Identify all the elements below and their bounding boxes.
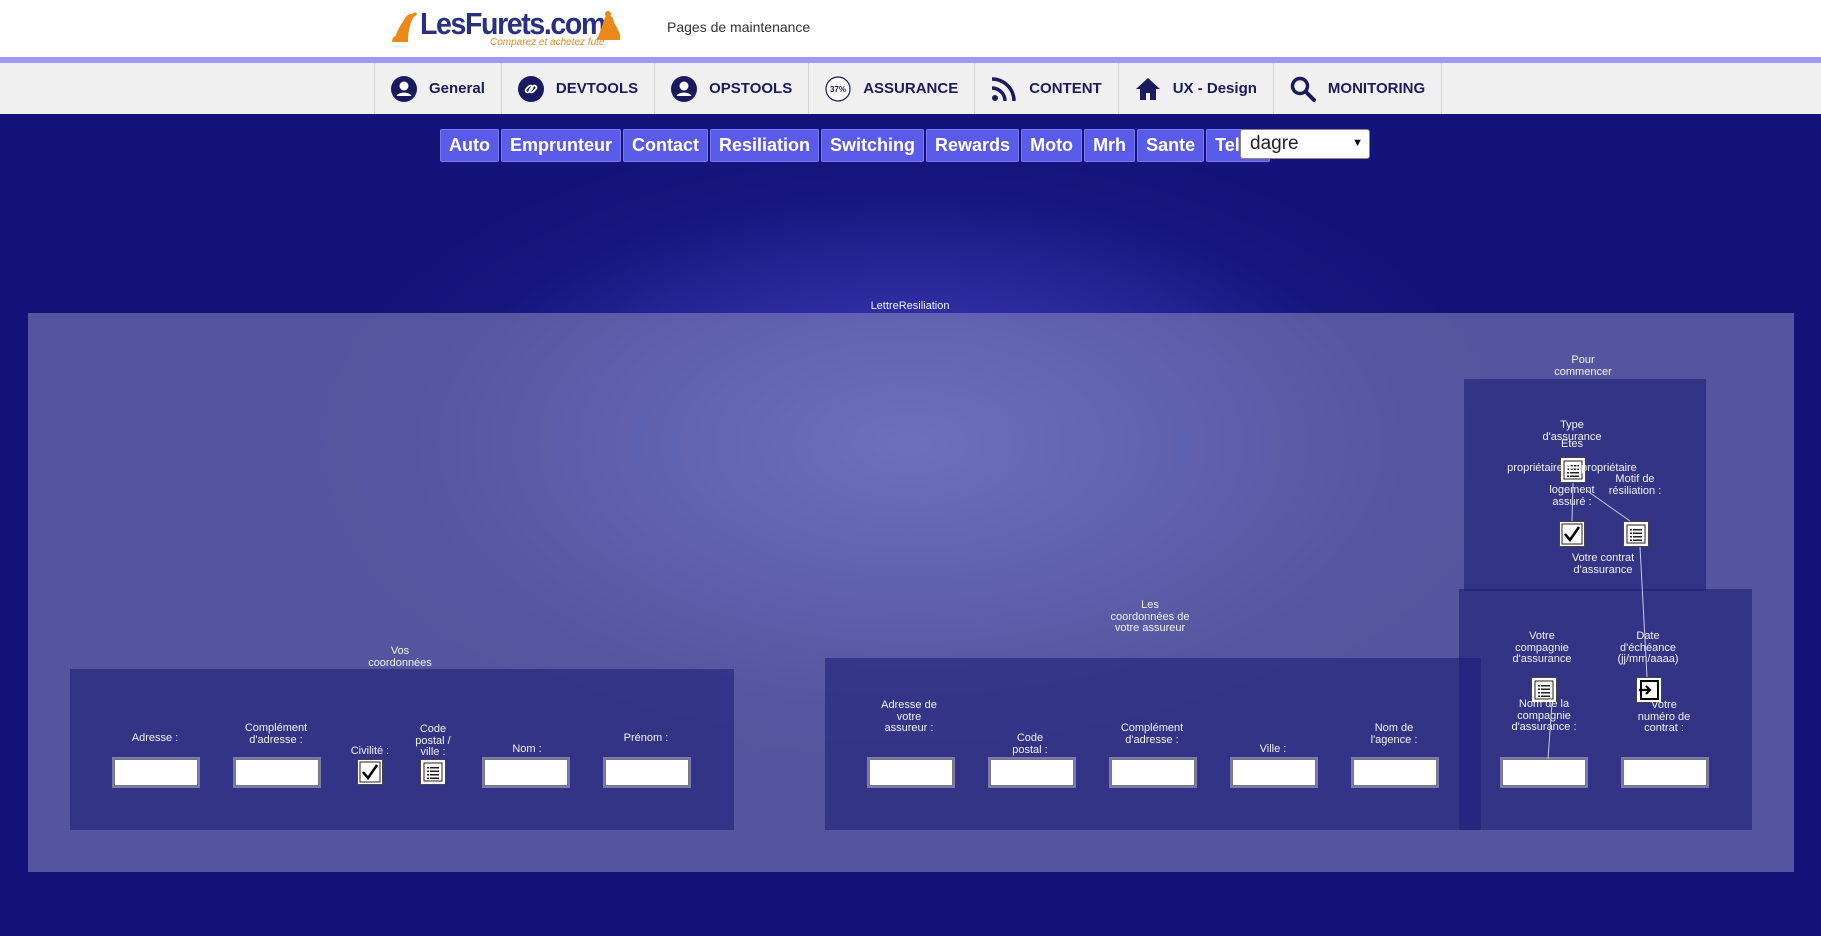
field-label-logement: logement assuré : (1549, 484, 1595, 508)
diagram-root-label: LettreResiliation (870, 300, 950, 312)
field-label-prenom: Prénom : (623, 732, 669, 744)
nav-label: CONTENT (1029, 80, 1102, 97)
assurance-badge-text: 37% (830, 85, 846, 94)
nav-item-monitoring[interactable]: MONITORING (1274, 63, 1443, 114)
nom-agence-input[interactable] (1353, 759, 1437, 786)
nav-label: MONITORING (1327, 80, 1426, 97)
field-label-nom: Nom : (512, 743, 542, 755)
nav-item-assurance[interactable]: 37% ASSURANCE (809, 63, 976, 114)
nav-items: General DEVTOOLS OPSTOOLS 37% ASSURANCE … (374, 63, 1443, 114)
field-label-ville: Ville : (1259, 743, 1287, 755)
user-icon (391, 75, 417, 102)
nav-item-opstools[interactable]: OPSTOOLS (655, 63, 810, 114)
field-label-code-postal-ville: Code postal / ville : (415, 723, 451, 758)
nav-label: UX - Design (1172, 80, 1257, 97)
sub-menu: Auto Emprunteur Contact Resiliation Swit… (440, 129, 1270, 162)
nav-item-ux-design[interactable]: UX - Design (1119, 63, 1274, 114)
adresse-input[interactable] (114, 759, 198, 786)
main-navbar: General DEVTOOLS OPSTOOLS 37% ASSURANCE … (0, 63, 1821, 115)
dropdown-arrow-icon: ▼ (1352, 137, 1363, 149)
field-label-motif: Motif de résiliation : (1608, 473, 1662, 497)
list-icon (1534, 680, 1554, 700)
field-label-etes: Etes (1560, 438, 1583, 450)
ville-input[interactable] (1232, 759, 1316, 786)
nav-item-devtools[interactable]: DEVTOOLS (502, 63, 656, 114)
group-label-coord-assureur: Les coordonnées de votre assureur (1110, 599, 1190, 634)
submenu-contact[interactable]: Contact (623, 129, 708, 162)
field-label-civilite: Civilité : (350, 745, 390, 757)
percent-badge-icon: 37% (825, 75, 851, 102)
group-label-pour-commencer: Pour commencer (1554, 354, 1612, 378)
complement-adresse-assureur-input[interactable] (1111, 759, 1195, 786)
complement-adresse-input[interactable] (235, 759, 319, 786)
search-icon (1290, 76, 1316, 102)
group-vos-coordonnees (70, 669, 734, 830)
field-label-date-echeance: Date d'échéance (jj/mm/aaaa) (1617, 630, 1679, 665)
page-subtitle: Pages de maintenance (667, 19, 811, 35)
list-icon (1626, 524, 1646, 544)
checkmark-icon (1561, 523, 1583, 545)
layout-select-value: dagre (1250, 133, 1299, 154)
motif-resiliation-list[interactable] (1623, 521, 1649, 547)
nav-label: DEVTOOLS (555, 80, 639, 97)
field-label-complement-assureur: Complément d'adresse : (1120, 722, 1184, 746)
submenu-mrh[interactable]: Mrh (1084, 129, 1136, 162)
rss-icon (991, 76, 1017, 102)
field-label-numero-contrat: Votre numéro de contrat : (1637, 699, 1691, 734)
numero-contrat-input[interactable] (1623, 759, 1707, 786)
ferret-logo-icon (392, 12, 417, 42)
link-icon (517, 75, 544, 102)
field-label-votre-compagnie: Votre compagnie d'assurance (1512, 630, 1572, 665)
nav-item-general[interactable]: General (375, 63, 502, 114)
top-header: LesFurets.com Comparez et achetez futé P… (0, 0, 1821, 63)
group-label-votre-contrat: Votre contrat d'assurance (1571, 552, 1635, 576)
nav-label: ASSURANCE (863, 80, 959, 97)
logement-checkbox[interactable] (1559, 521, 1585, 547)
submenu-emprunteur[interactable]: Emprunteur (500, 129, 621, 162)
layout-select[interactable]: dagre ▼ (1240, 129, 1370, 159)
submenu-moto[interactable]: Moto (1021, 129, 1083, 162)
list-icon (423, 762, 443, 782)
prenom-input[interactable] (605, 759, 689, 786)
field-label-complement: Complément d'adresse : (244, 722, 308, 746)
user-icon (671, 75, 698, 102)
field-label-adresse-assureur: Adresse de votre assureur : (881, 699, 937, 734)
code-postal-ville-list[interactable] (420, 759, 446, 785)
adresse-assureur-input[interactable] (869, 759, 953, 786)
submenu-rewards[interactable]: Rewards (926, 129, 1020, 162)
nav-label: OPSTOOLS (709, 80, 793, 97)
nav-item-content[interactable]: CONTENT (975, 63, 1119, 114)
group-votre-contrat (1459, 589, 1752, 830)
lesfurets-logo[interactable]: LesFurets.com Comparez et achetez futé (390, 4, 622, 50)
date-import-icon (1639, 680, 1659, 700)
field-label-nom-agence: Nom de l'agence : (1370, 722, 1418, 746)
group-label-vos-coordonnees: Vos coordonnées (368, 645, 432, 669)
home-icon (1135, 76, 1161, 102)
code-postal-input[interactable] (990, 759, 1074, 786)
submenu-resiliation[interactable]: Resiliation (710, 129, 820, 162)
field-label-code-postal: Code postal : (1012, 732, 1048, 756)
logo-tagline: Comparez et achetez futé (490, 37, 605, 48)
ferret-tail-icon (596, 11, 621, 41)
field-label-adresse: Adresse : (131, 732, 179, 744)
nav-label: General (429, 80, 485, 97)
nom-input[interactable] (484, 759, 568, 786)
checkmark-icon (359, 761, 381, 783)
civilite-checkbox[interactable] (357, 759, 383, 785)
submenu-sante[interactable]: Sante (1137, 129, 1205, 162)
submenu-auto[interactable]: Auto (440, 129, 499, 162)
submenu-switching[interactable]: Switching (821, 129, 925, 162)
field-label-nom-compagnie: Nom de la compagnie d'assurance : (1511, 698, 1577, 733)
nom-compagnie-input[interactable] (1502, 759, 1586, 786)
